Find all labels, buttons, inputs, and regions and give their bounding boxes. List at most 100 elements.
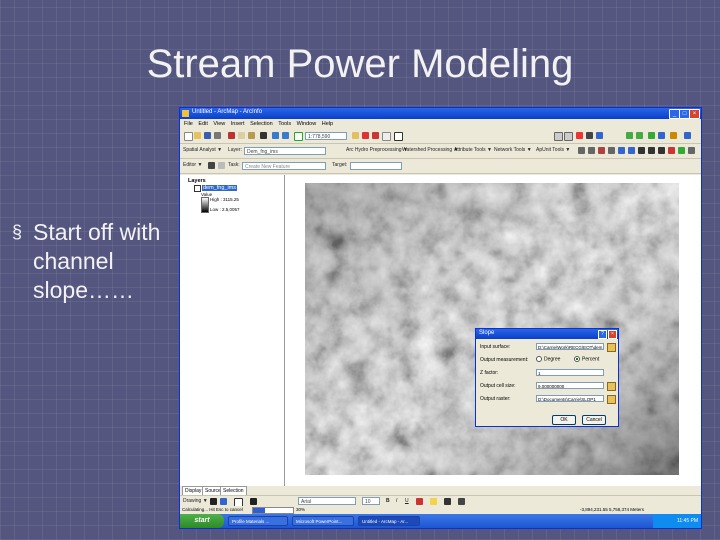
degree-radio[interactable]: Degree bbox=[536, 356, 560, 362]
progress-bar bbox=[252, 507, 294, 514]
tool-icon-t[interactable] bbox=[678, 147, 685, 154]
tool-icon-d[interactable] bbox=[626, 132, 633, 139]
tool-icon-s[interactable] bbox=[668, 147, 675, 154]
font-size-select[interactable]: 10 bbox=[362, 497, 380, 505]
layer-name[interactable]: dem_fng_ims bbox=[202, 185, 238, 191]
menu-help[interactable]: Help bbox=[322, 121, 333, 127]
network-tools-menu[interactable]: Network Tools ▼ bbox=[494, 147, 532, 153]
underline-button[interactable]: U bbox=[405, 498, 409, 504]
save-icon[interactable] bbox=[204, 132, 211, 139]
tool-icon-r[interactable] bbox=[658, 147, 665, 154]
open-icon[interactable] bbox=[194, 132, 201, 139]
tool-icon-m[interactable] bbox=[608, 147, 615, 154]
redo-icon[interactable] bbox=[282, 132, 289, 139]
scale-field[interactable]: 1:778,590 bbox=[305, 132, 347, 140]
catalog-icon[interactable] bbox=[362, 132, 369, 139]
new-icon[interactable] bbox=[184, 132, 193, 141]
menu-insert[interactable]: Insert bbox=[231, 121, 245, 127]
bold-button[interactable]: B bbox=[386, 498, 390, 504]
undo-icon[interactable] bbox=[272, 132, 279, 139]
input-surface-field[interactable]: D:\Carrie\Work\RECG\EQT\dem_ bbox=[536, 343, 604, 350]
add-data-icon[interactable] bbox=[294, 132, 303, 141]
tool-icon-k[interactable] bbox=[588, 147, 595, 154]
tool-icon-j[interactable] bbox=[578, 147, 585, 154]
dialog-title-bar[interactable]: Slope ? × bbox=[476, 329, 618, 339]
apunit-tools-menu[interactable]: ApUnit Tools ▼ bbox=[536, 147, 570, 153]
tool-icon-o[interactable] bbox=[628, 147, 635, 154]
title-bar[interactable]: Untitled - ArcMap - ArcInfo _ □ × bbox=[180, 108, 701, 119]
marker-color-icon[interactable] bbox=[458, 498, 465, 505]
dropdown-icon[interactable] bbox=[564, 132, 573, 141]
menu-tools[interactable]: Tools bbox=[278, 121, 291, 127]
layers-node[interactable]: Layers bbox=[188, 178, 206, 184]
start-button[interactable]: start bbox=[180, 514, 224, 528]
cancel-button[interactable]: Cancel bbox=[582, 415, 606, 425]
close-button[interactable]: × bbox=[689, 109, 700, 119]
fill-color-icon[interactable] bbox=[430, 498, 437, 505]
tool-icon-u[interactable] bbox=[688, 147, 695, 154]
text-tool-icon[interactable] bbox=[250, 498, 257, 505]
tool-icon-g[interactable] bbox=[658, 132, 665, 139]
menu-selection[interactable]: Selection bbox=[250, 121, 273, 127]
toolbox-icon[interactable] bbox=[372, 132, 379, 139]
drawing-menu[interactable]: Drawing ▼ bbox=[183, 498, 208, 504]
cell-folder-icon[interactable] bbox=[607, 382, 616, 391]
help-icon[interactable] bbox=[394, 132, 403, 141]
attribute-tools-menu[interactable]: Attribute Tools ▼ bbox=[454, 147, 492, 153]
dialog-close-button[interactable]: × bbox=[608, 330, 617, 339]
copy-icon[interactable] bbox=[238, 132, 245, 139]
ok-button[interactable]: OK bbox=[552, 415, 576, 425]
pointer-icon[interactable] bbox=[210, 498, 217, 505]
sketch-icon[interactable] bbox=[208, 162, 215, 169]
task-select[interactable]: Create New Feature bbox=[242, 162, 326, 170]
tool-icon-i[interactable] bbox=[684, 132, 691, 139]
watershed-processing-menu[interactable]: Watershed Processing ▼ bbox=[402, 147, 458, 153]
editor-toolbar-icon[interactable] bbox=[352, 132, 359, 139]
font-select[interactable]: Arial bbox=[298, 497, 356, 505]
task-item-arcmap[interactable]: Untitled - ArcMap - Ar... bbox=[358, 516, 420, 526]
output-raster-field[interactable]: D:\Documents\Carrie\SLOP1 bbox=[536, 395, 604, 402]
output-folder-icon[interactable] bbox=[607, 395, 616, 404]
percent-radio[interactable]: Percent bbox=[574, 356, 599, 362]
paste-icon[interactable] bbox=[248, 132, 255, 139]
map-display[interactable]: Slope ? × Input surface: D:\Carrie\Work\… bbox=[285, 175, 701, 486]
layout-icon[interactable] bbox=[554, 132, 563, 141]
target-select[interactable] bbox=[350, 162, 402, 170]
sketch-dropdown-icon[interactable] bbox=[218, 162, 225, 169]
command-line-icon[interactable] bbox=[382, 132, 391, 141]
input-folder-icon[interactable] bbox=[607, 343, 616, 352]
task-item-powerpoint[interactable]: Microsoft PowerPoint... bbox=[292, 516, 354, 526]
rotate-icon[interactable] bbox=[220, 498, 227, 505]
italic-button[interactable]: I bbox=[396, 498, 397, 504]
menu-file[interactable]: File bbox=[184, 121, 193, 127]
tool-icon-b[interactable] bbox=[586, 132, 593, 139]
print-icon[interactable] bbox=[214, 132, 221, 139]
menu-window[interactable]: Window bbox=[297, 121, 317, 127]
z-factor-field[interactable]: 1 bbox=[536, 369, 604, 376]
menu-view[interactable]: View bbox=[213, 121, 225, 127]
cut-icon[interactable] bbox=[228, 132, 235, 139]
line-color-icon[interactable] bbox=[444, 498, 451, 505]
tool-icon-a[interactable] bbox=[576, 132, 583, 139]
task-item-profile[interactable]: Profile Materials ... bbox=[228, 516, 288, 526]
arcmap-window: Untitled - ArcMap - ArcInfo _ □ × File E… bbox=[179, 107, 702, 529]
font-color-icon[interactable] bbox=[416, 498, 423, 505]
spatial-analyst-menu[interactable]: Spatial Analyst ▼ bbox=[183, 147, 222, 153]
cell-size-field[interactable]: 9.000000000 bbox=[536, 382, 604, 389]
tool-icon-h[interactable] bbox=[670, 132, 677, 139]
hydro-preprocessing-menu[interactable]: Arc Hydro Preprocessing ▼ bbox=[346, 147, 408, 153]
tool-icon-c[interactable] bbox=[596, 132, 603, 139]
tool-icon-n[interactable] bbox=[618, 147, 625, 154]
editor-menu[interactable]: Editor ▼ bbox=[183, 162, 202, 168]
dialog-help-button[interactable]: ? bbox=[598, 330, 607, 339]
layer-select[interactable]: Dem_fng_ims bbox=[244, 147, 326, 155]
menu-edit[interactable]: Edit bbox=[198, 121, 207, 127]
tool-icon-f[interactable] bbox=[648, 132, 655, 139]
delete-icon[interactable] bbox=[260, 132, 267, 139]
tool-icon-e[interactable] bbox=[636, 132, 643, 139]
tool-icon-q[interactable] bbox=[648, 147, 655, 154]
tool-icon-l[interactable] bbox=[598, 147, 605, 154]
measurement-label: Output measurement: bbox=[480, 357, 529, 363]
layer-checkbox[interactable] bbox=[194, 185, 201, 192]
tool-icon-p[interactable] bbox=[638, 147, 645, 154]
